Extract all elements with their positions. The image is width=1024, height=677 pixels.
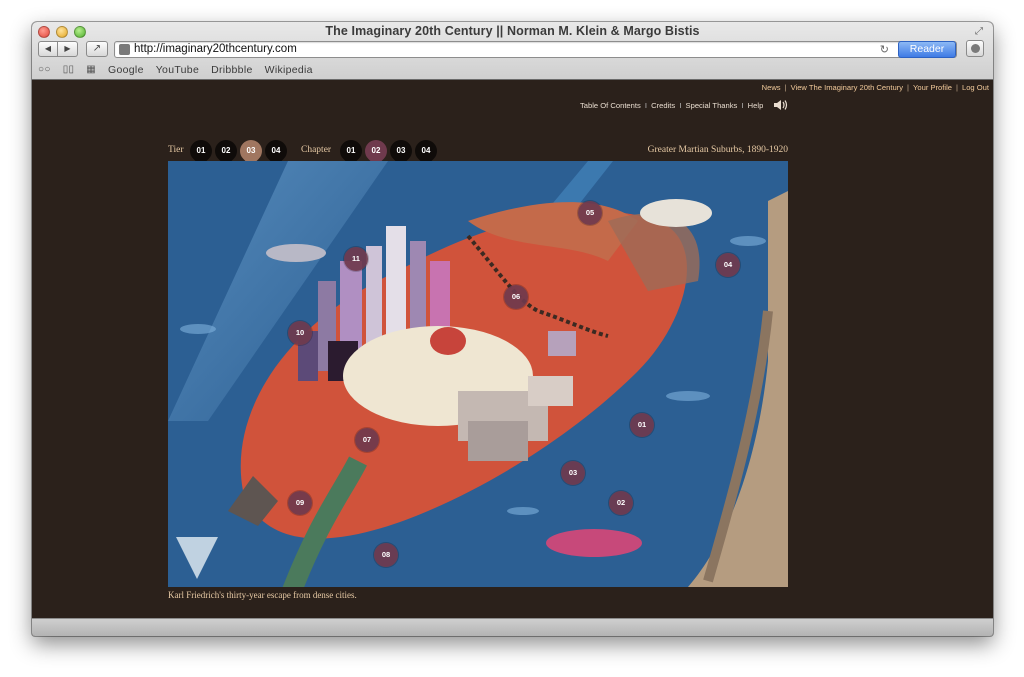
cloud [666, 391, 710, 401]
sound-icon[interactable] [774, 100, 788, 110]
separator: | [784, 83, 787, 92]
cloud [507, 507, 539, 515]
separator: | [907, 83, 909, 92]
special-thanks-link[interactable]: Special Thanks [686, 101, 738, 110]
map-marker-03[interactable]: 03 [561, 461, 585, 485]
top-sites-grid-icon[interactable]: ▦ [86, 64, 96, 75]
address-bar[interactable]: http://imaginary20thcentury.com ↻ Reader [114, 41, 957, 58]
zeppelin-right [640, 199, 712, 227]
chapter-label: Chapter [301, 145, 332, 155]
map-marker-07[interactable]: 07 [355, 428, 379, 452]
reading-list-icon[interactable]: ○○ [38, 64, 51, 75]
tier-02-label[interactable]: 02 [215, 146, 237, 155]
tier-chapter-selector: Tier 01 02 03 04 Chapter 01 02 03 04 Gre… [168, 135, 788, 167]
tier-01-label[interactable]: 01 [190, 146, 212, 155]
reader-button[interactable]: Reader [898, 41, 956, 58]
zeppelin-left [266, 244, 326, 262]
web-page: News | View The Imaginary 20th Century | You… [32, 80, 993, 618]
map-illustration [168, 161, 788, 587]
nav-news-link[interactable]: News [762, 83, 781, 92]
back-button[interactable]: ◀ [38, 41, 58, 57]
map-marker-08[interactable]: 08 [374, 543, 398, 567]
nav-profile-link[interactable]: Your Profile [913, 83, 952, 92]
map-marker-10[interactable]: 10 [288, 321, 312, 345]
map-caption: Karl Friedrich's thirty-year escape from… [168, 590, 357, 600]
bookmark-youtube[interactable]: YouTube [156, 64, 199, 76]
help-link[interactable]: Help [748, 101, 764, 110]
favicon-icon [119, 44, 130, 55]
reload-icon[interactable]: ↻ [880, 43, 889, 56]
map-marker-11[interactable]: 11 [344, 247, 368, 271]
tier-label: Tier [168, 145, 184, 155]
nav-logout-link[interactable]: Log Out [962, 83, 989, 92]
separator: I [739, 101, 746, 110]
share-button[interactable]: ↗ [86, 41, 108, 57]
bookmarks-book-icon[interactable]: ▯▯ [63, 64, 75, 75]
map-marker-09[interactable]: 09 [288, 491, 312, 515]
nav-view-link[interactable]: View The Imaginary 20th Century [791, 83, 903, 92]
history-buttons: ◀ ▶ [38, 41, 78, 57]
browser-window: The Imaginary 20th Century || Norman M. … [32, 22, 993, 636]
map-marker-02[interactable]: 02 [609, 491, 633, 515]
url-text[interactable]: http://imaginary20thcentury.com [134, 43, 297, 55]
red-dome [430, 327, 466, 355]
bookmark-wikipedia[interactable]: Wikipedia [265, 64, 313, 76]
bookmark-google[interactable]: Google [108, 64, 144, 76]
tier-04-label[interactable]: 04 [265, 146, 287, 155]
chapter-02-label[interactable]: 02 [365, 146, 387, 155]
forward-button[interactable]: ▶ [58, 41, 78, 57]
chapter-01-label[interactable]: 01 [340, 146, 362, 155]
separator: I [677, 101, 684, 110]
fullscreen-icon[interactable]: ⤢ [975, 26, 987, 38]
map-marker-01[interactable]: 01 [630, 413, 654, 437]
separator: I [642, 101, 650, 110]
map-marker-04[interactable]: 04 [716, 253, 740, 277]
downloads-button[interactable] [966, 40, 984, 57]
chapter-04-label[interactable]: 04 [415, 146, 437, 155]
illustrated-map[interactable]: 01 02 03 04 05 06 07 08 09 10 11 [168, 161, 788, 587]
map-marker-06[interactable]: 06 [504, 285, 528, 309]
credits-link[interactable]: Credits [651, 101, 675, 110]
toc-link[interactable]: Table Of Contents [580, 101, 641, 110]
bookmark-dribbble[interactable]: Dribbble [211, 64, 253, 76]
separator: | [955, 83, 958, 92]
browser-chrome: The Imaginary 20th Century || Norman M. … [32, 22, 993, 80]
bookmarks-bar: ○○ ▯▯ ▦ Google YouTube Dribbble Wikipedi… [38, 62, 313, 77]
window-title: The Imaginary 20th Century || Norman M. … [325, 24, 700, 38]
flying-boat [546, 529, 642, 557]
region-title: Greater Martian Suburbs, 1890-1920 [647, 145, 788, 155]
cloud [180, 324, 216, 334]
map-marker-05[interactable]: 05 [578, 201, 602, 225]
cloud [730, 236, 766, 246]
top-navigation: News | View The Imaginary 20th Century | You… [762, 83, 989, 92]
window-bottom-bar [32, 618, 993, 636]
chapter-03-label[interactable]: 03 [390, 146, 412, 155]
secondary-navigation: Table Of Contents I Credits I Special Th… [580, 101, 763, 110]
tier-03-label[interactable]: 03 [240, 146, 262, 155]
